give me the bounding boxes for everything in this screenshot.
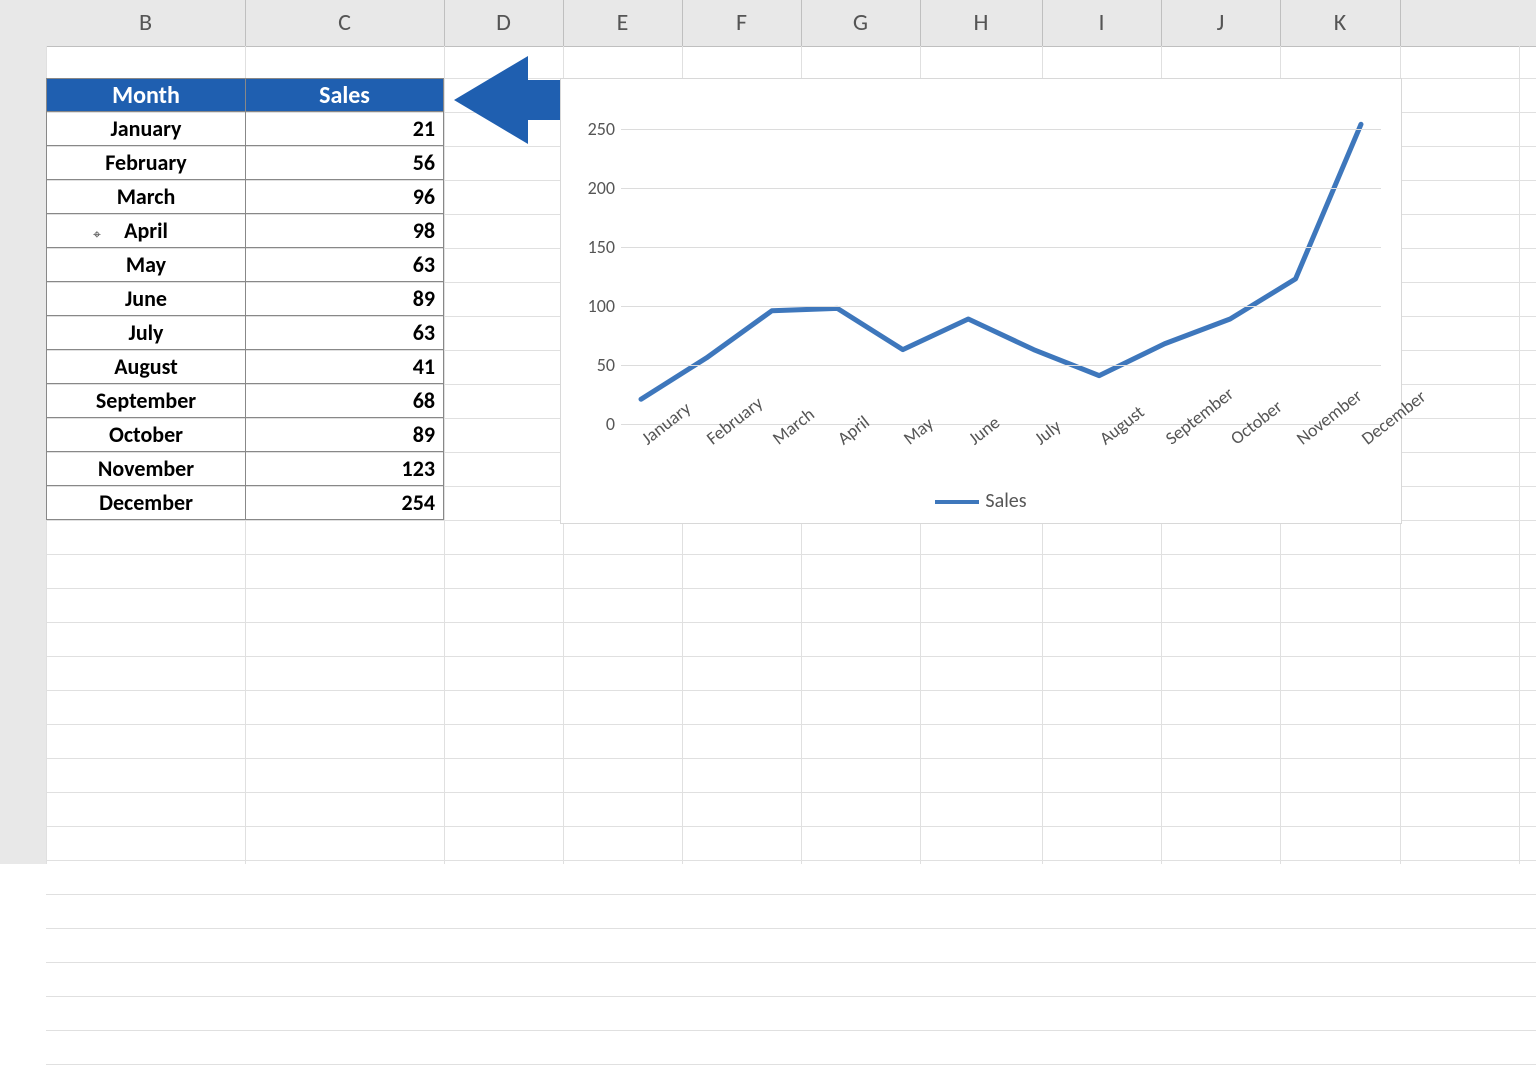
cell-month[interactable]: November bbox=[46, 452, 246, 486]
column-header[interactable]: H bbox=[920, 0, 1043, 46]
x-tick-label: June bbox=[964, 432, 978, 449]
column-header[interactable]: J bbox=[1161, 0, 1281, 46]
cell-sales[interactable]: 89 bbox=[246, 282, 444, 316]
cell-month[interactable]: May bbox=[46, 248, 246, 282]
y-tick-label: 100 bbox=[575, 295, 615, 317]
cell-sales[interactable]: 21 bbox=[246, 112, 444, 146]
x-tick-label: April bbox=[833, 432, 847, 449]
x-tick-label: January bbox=[637, 432, 651, 449]
cell-month[interactable]: August bbox=[46, 350, 246, 384]
table-row[interactable]: May63 bbox=[46, 248, 444, 282]
column-header[interactable]: K bbox=[1280, 0, 1401, 46]
cell-sales[interactable]: 98 bbox=[246, 214, 444, 248]
column-header[interactable]: B bbox=[46, 0, 246, 46]
legend-label: Sales bbox=[985, 489, 1026, 513]
cell-sales[interactable]: 89 bbox=[246, 418, 444, 452]
table-row[interactable]: August41 bbox=[46, 350, 444, 384]
cursor-icon: ⌖ bbox=[93, 226, 101, 243]
x-tick-label: September bbox=[1161, 432, 1175, 449]
table-header-row[interactable]: Month Sales bbox=[46, 78, 444, 112]
x-tick-label: May bbox=[899, 432, 913, 449]
column-header-bar: BCDEFGHIJK bbox=[0, 0, 1536, 47]
cell-month[interactable]: October bbox=[46, 418, 246, 452]
cell-sales[interactable]: 63 bbox=[246, 248, 444, 282]
cell-month[interactable]: April bbox=[46, 214, 246, 248]
x-tick-label: November bbox=[1292, 432, 1306, 449]
column-header[interactable]: G bbox=[801, 0, 921, 46]
row-header-bar bbox=[0, 46, 47, 864]
cell-sales[interactable]: 254 bbox=[246, 486, 444, 520]
table-row[interactable]: June89 bbox=[46, 282, 444, 316]
y-tick-label: 50 bbox=[575, 354, 615, 376]
cell-sales[interactable]: 68 bbox=[246, 384, 444, 418]
column-header[interactable]: E bbox=[563, 0, 683, 46]
column-header[interactable]: I bbox=[1042, 0, 1162, 46]
cell-sales[interactable]: 63 bbox=[246, 316, 444, 350]
y-tick-label: 250 bbox=[575, 118, 615, 140]
cell-month[interactable]: February bbox=[46, 146, 246, 180]
cell-month[interactable]: June bbox=[46, 282, 246, 316]
line-chart[interactable]: 0 50 100 150 200 250 January February March Apri… bbox=[560, 78, 1402, 524]
column-header[interactable]: D bbox=[444, 0, 564, 46]
x-tick-label: February bbox=[702, 432, 716, 449]
table-row[interactable]: September68 bbox=[46, 384, 444, 418]
cell-sales[interactable]: 96 bbox=[246, 180, 444, 214]
table-row[interactable]: February56 bbox=[46, 146, 444, 180]
cell-month[interactable]: September bbox=[46, 384, 246, 418]
cell-month[interactable]: March bbox=[46, 180, 246, 214]
cell-month[interactable]: December bbox=[46, 486, 246, 520]
chart-legend: Sales bbox=[561, 489, 1401, 513]
table-row[interactable]: October89 bbox=[46, 418, 444, 452]
data-table[interactable]: Month Sales January21February56March96Ap… bbox=[46, 78, 444, 520]
table-row[interactable]: July63 bbox=[46, 316, 444, 350]
chart-line-series bbox=[621, 129, 1381, 424]
cell-sales[interactable]: 41 bbox=[246, 350, 444, 384]
cell-month[interactable]: July bbox=[46, 316, 246, 350]
y-tick-label: 0 bbox=[575, 413, 615, 435]
x-tick-label: December bbox=[1357, 432, 1371, 449]
y-tick-label: 200 bbox=[575, 177, 615, 199]
x-tick-label: August bbox=[1095, 432, 1109, 449]
table-row[interactable]: March96 bbox=[46, 180, 444, 214]
y-tick-label: 150 bbox=[575, 236, 615, 258]
x-tick-label: March bbox=[768, 432, 782, 449]
legend-swatch-icon bbox=[935, 500, 979, 504]
cell-month[interactable]: January bbox=[46, 112, 246, 146]
plot-area bbox=[621, 129, 1381, 424]
table-row[interactable]: November123 bbox=[46, 452, 444, 486]
table-row[interactable]: January21 bbox=[46, 112, 444, 146]
table-row[interactable]: December254 bbox=[46, 486, 444, 520]
cell-sales[interactable]: 123 bbox=[246, 452, 444, 486]
x-tick-label: July bbox=[1030, 432, 1044, 449]
header-sales[interactable]: Sales bbox=[246, 78, 444, 112]
x-tick-label: October bbox=[1226, 432, 1240, 449]
column-header[interactable]: F bbox=[682, 0, 802, 46]
column-header[interactable]: C bbox=[245, 0, 445, 46]
header-month[interactable]: Month bbox=[46, 78, 246, 112]
table-row[interactable]: April98 bbox=[46, 214, 444, 248]
cell-sales[interactable]: 56 bbox=[246, 146, 444, 180]
